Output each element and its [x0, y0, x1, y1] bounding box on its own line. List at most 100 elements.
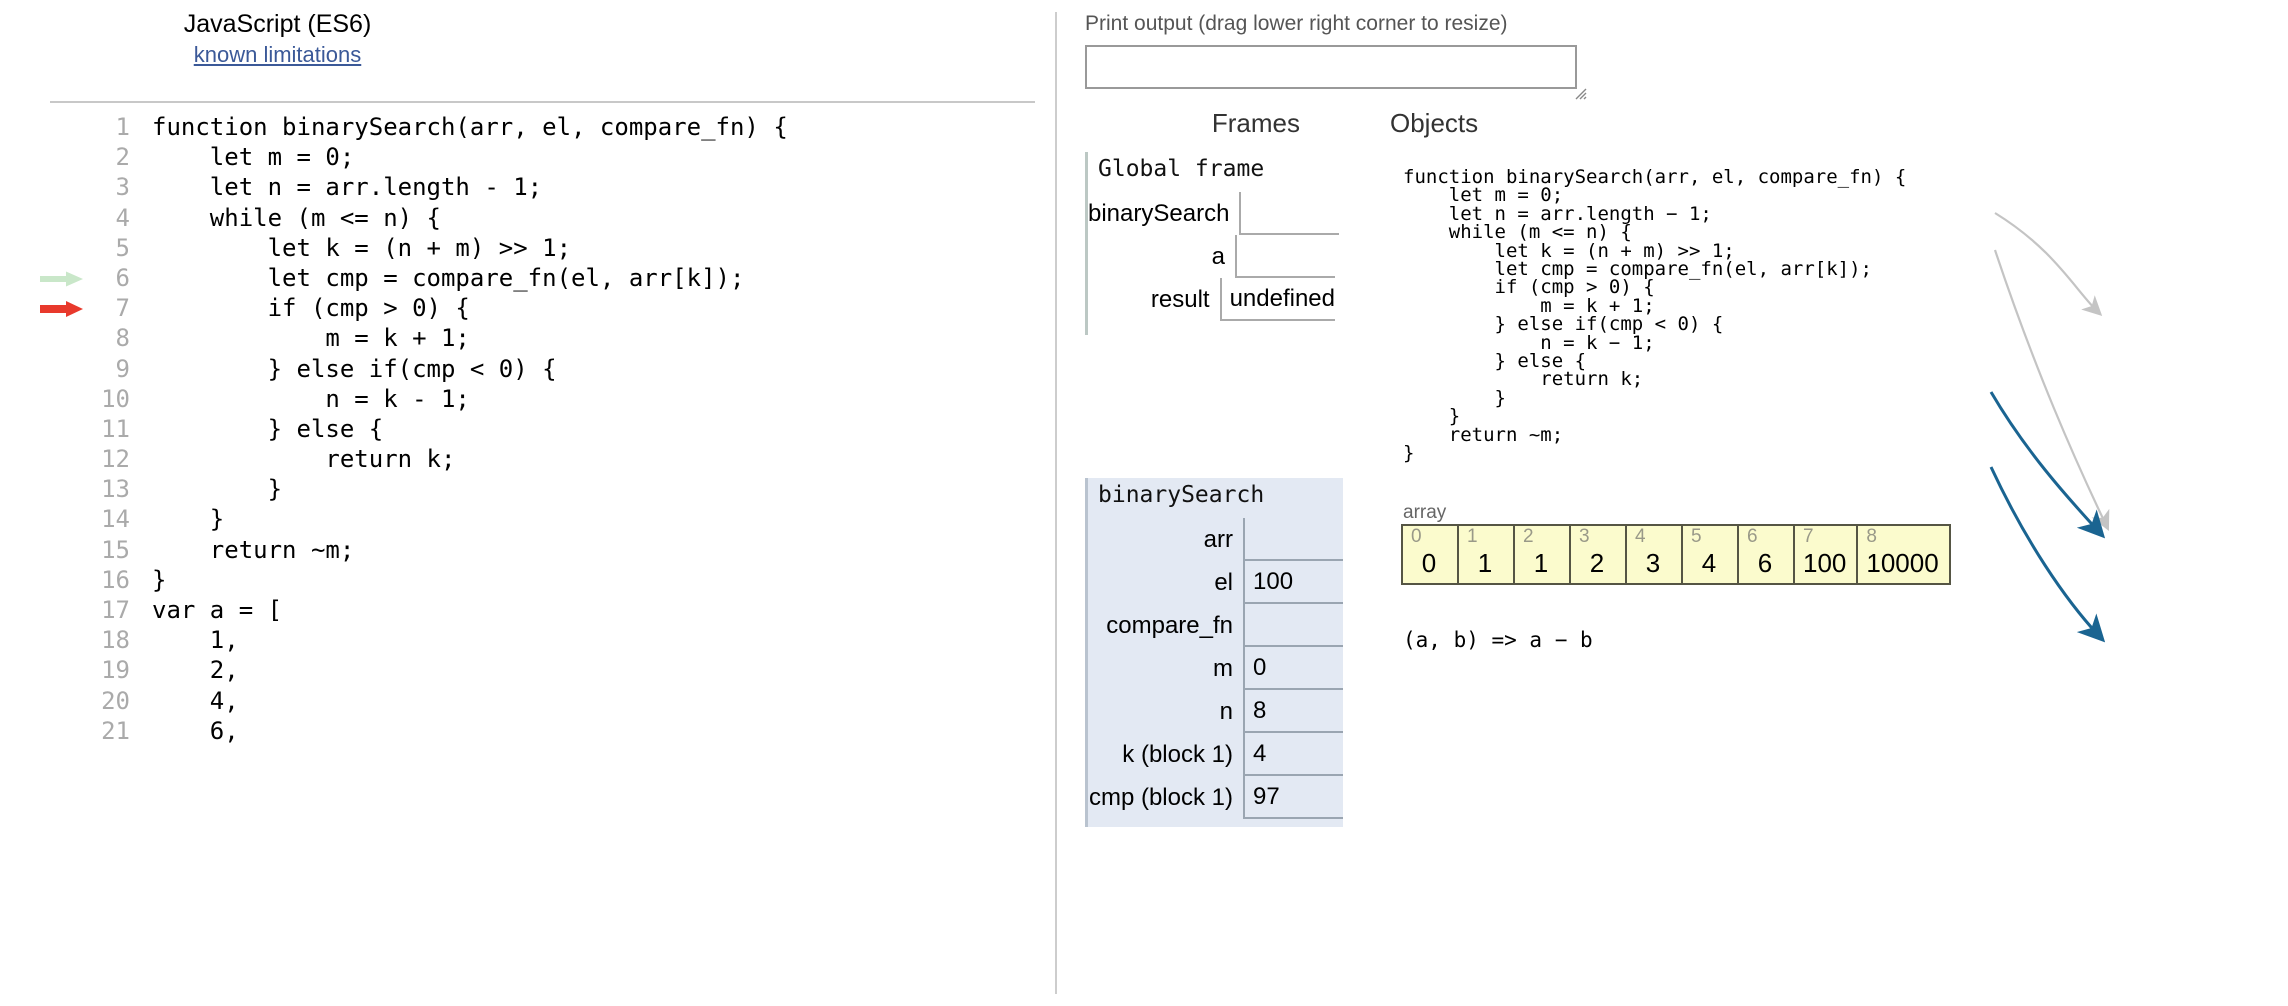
code-line[interactable]: 16} [0, 565, 1055, 595]
line-source-text: var a = [ [152, 595, 282, 625]
variable-name: result [1088, 278, 1220, 321]
array-index: 6 [1747, 526, 1783, 547]
variable-name: el [1088, 561, 1243, 604]
line-number: 2 [92, 142, 130, 172]
code-line[interactable]: 8 m = k + 1; [0, 323, 1055, 353]
code-line[interactable]: 4 while (m <= n) { [0, 203, 1055, 233]
code-line[interactable]: 18 1, [0, 625, 1055, 655]
line-number: 14 [92, 504, 130, 534]
resize-handle-icon[interactable] [1573, 86, 1587, 100]
line-number: 5 [92, 233, 130, 263]
code-line[interactable]: 10 n = k - 1; [0, 384, 1055, 414]
frame-title: binarySearch [1088, 478, 1343, 518]
array-cell: 66 [1739, 526, 1795, 583]
frame-variable-row: arr [1088, 518, 1343, 561]
line-source-text: let k = (n + m) >> 1; [152, 233, 571, 263]
known-limitations-link[interactable]: known limitations [0, 40, 555, 70]
line-marker-slot [40, 112, 88, 142]
print-output-label: Print output (drag lower right corner to… [1085, 12, 1508, 36]
line-number: 12 [92, 444, 130, 474]
line-number: 3 [92, 172, 130, 202]
line-marker-slot [40, 444, 88, 474]
line-marker-slot [40, 233, 88, 263]
array-index: 3 [1579, 526, 1615, 547]
line-number: 7 [92, 293, 130, 323]
code-line[interactable]: 6 let cmp = compare_fn(el, arr[k]); [0, 263, 1055, 293]
line-marker-slot [40, 535, 88, 565]
code-line[interactable]: 7 if (cmp > 0) { [0, 293, 1055, 323]
line-source-text: let cmp = compare_fn(el, arr[k]); [152, 263, 744, 293]
frame-variable-row: compare_fn [1088, 604, 1343, 647]
frame-variables-binarysearch: arrel100compare_fnm0n8k (block 1)4cmp (b… [1088, 518, 1343, 819]
object-arrow-function: (a, b) => a − b [1403, 628, 1593, 652]
array-value: 2 [1579, 547, 1615, 579]
variable-value [1243, 518, 1343, 561]
variable-value: 4 [1243, 733, 1343, 776]
line-number: 11 [92, 414, 130, 444]
frame-title: Global frame [1088, 152, 1335, 192]
object-array: array 001121324354667100810000 [1401, 502, 1951, 585]
code-line[interactable]: 2 let m = 0; [0, 142, 1055, 172]
line-marker-slot [40, 203, 88, 233]
variable-name: cmp (block 1) [1088, 776, 1243, 819]
array-index: 2 [1523, 526, 1559, 547]
next-line-arrow-icon [40, 263, 88, 293]
variable-value: 100 [1243, 561, 1343, 604]
array-cell: 11 [1459, 526, 1515, 583]
line-number: 4 [92, 203, 130, 233]
line-marker-slot [40, 504, 88, 534]
code-line[interactable]: 1 function binarySearch(arr, el, compare_… [0, 112, 1055, 142]
frame-variable-row: binarySearch [1088, 192, 1335, 235]
line-source-text: } [152, 474, 282, 504]
line-marker-slot [40, 565, 88, 595]
line-source-text: if (cmp > 0) { [152, 293, 470, 323]
print-output-box[interactable] [1085, 45, 1577, 89]
code-line[interactable]: 3 let n = arr.length - 1; [0, 172, 1055, 202]
line-source-text: return ~m; [152, 535, 354, 565]
variable-name: k (block 1) [1088, 733, 1243, 776]
frame-variables-global: binarySearcharesultundefined [1088, 192, 1335, 321]
array-cell: 32 [1571, 526, 1627, 583]
line-source-text: return k; [152, 444, 455, 474]
array-index: 0 [1411, 526, 1447, 547]
array-index: 4 [1635, 526, 1671, 547]
array-value: 1 [1523, 547, 1559, 579]
array-cells: 001121324354667100810000 [1401, 524, 1951, 585]
line-number: 19 [92, 655, 130, 685]
code-line[interactable]: 11 } else { [0, 414, 1055, 444]
frame-variable-row: a [1088, 235, 1335, 278]
code-line[interactable]: 5 let k = (n + m) >> 1; [0, 233, 1055, 263]
array-value: 100 [1803, 547, 1846, 579]
code-line[interactable]: 20 4, [0, 686, 1055, 716]
line-number: 21 [92, 716, 130, 746]
code-line[interactable]: 14 } [0, 504, 1055, 534]
code-line[interactable]: 9 } else if(cmp < 0) { [0, 354, 1055, 384]
line-marker-slot [40, 323, 88, 353]
code-line[interactable]: 13 } [0, 474, 1055, 504]
variable-value: 0 [1243, 647, 1343, 690]
line-number: 1 [92, 112, 130, 142]
code-line[interactable]: 17var a = [ [0, 595, 1055, 625]
line-source-text: } [152, 565, 166, 595]
array-value: 4 [1691, 547, 1727, 579]
array-cell: 7100 [1795, 526, 1858, 583]
code-line[interactable]: 21 6, [0, 716, 1055, 746]
line-marker-slot [40, 716, 88, 746]
code-editor-panel: JavaScript (ES6) known limitations 1func… [0, 0, 1055, 1006]
line-number: 16 [92, 565, 130, 595]
line-source-text: function binarySearch(arr, el, compare_f… [152, 112, 788, 142]
variable-name: arr [1088, 518, 1243, 561]
frame-variable-row: cmp (block 1)97 [1088, 776, 1343, 819]
code-line[interactable]: 12 return k; [0, 444, 1055, 474]
line-source-text: 2, [152, 655, 239, 685]
line-source-text: while (m <= n) { [152, 203, 441, 233]
variable-name: compare_fn [1088, 604, 1243, 647]
code-lines-container[interactable]: 1 function binarySearch(arr, el, compare_… [0, 112, 1055, 746]
array-value: 1 [1467, 547, 1503, 579]
variable-value: undefined [1220, 278, 1335, 321]
code-line[interactable]: 15 return ~m; [0, 535, 1055, 565]
code-line[interactable]: 19 2, [0, 655, 1055, 685]
array-cell: 54 [1683, 526, 1739, 583]
array-value: 3 [1635, 547, 1671, 579]
line-source-text: m = k + 1; [152, 323, 470, 353]
